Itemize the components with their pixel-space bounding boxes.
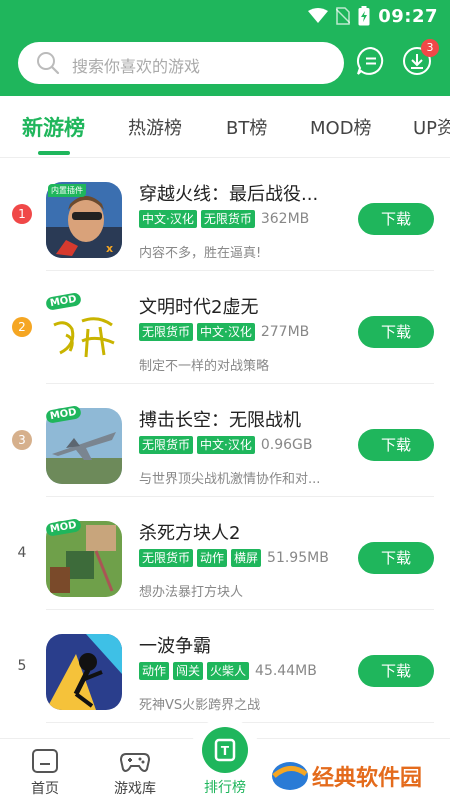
gamepad-icon — [120, 753, 150, 772]
game-size: 45.44MB — [255, 663, 317, 679]
status-bar: 09:27 — [0, 0, 450, 32]
download-button[interactable]: 下载 — [358, 429, 434, 461]
game-size: 277MB — [260, 324, 310, 340]
game-size: 362MB — [260, 211, 310, 227]
list-item[interactable]: 5 一波争霸 动作 闯关 火柴人 45.44MB 死神VS火影跨界之战 下载 — [0, 610, 450, 723]
rank-number: 4 — [17, 545, 27, 561]
search-input[interactable]: 搜索你喜欢的游戏 — [18, 42, 344, 84]
nav-home[interactable]: 首页 — [0, 739, 90, 800]
wifi-icon — [308, 8, 329, 23]
rank-badge: 1 — [12, 204, 32, 224]
download-count-badge: 3 — [421, 39, 439, 57]
tag: 无限货币 — [139, 323, 194, 341]
watermark: 经典软件园 — [268, 754, 450, 794]
tab-mod[interactable]: MOD榜 — [310, 114, 372, 140]
search-icon — [37, 52, 60, 75]
game-name: 穿越火线：最后战役... — [139, 184, 319, 205]
battery-charging-icon — [358, 6, 370, 26]
game-description: 想办法暴打方块人 — [139, 585, 244, 600]
game-tags: 无限货币 动作 横屏 51.95MB — [139, 549, 329, 567]
nav-label: 游戏库 — [114, 781, 156, 797]
tab-hot-games[interactable]: 热游榜 — [128, 114, 182, 140]
list-item[interactable]: 2 MOD 文明时代2虚无 无限货币 中文·汉化 277MB 制定不一样的对战策… — [0, 271, 450, 384]
tag: 无限货币 — [139, 549, 194, 567]
game-description: 内容不多，胜在逼真! — [139, 246, 262, 261]
nav-game-library[interactable]: 游戏库 — [90, 739, 180, 800]
game-name: 杀死方块人2 — [139, 523, 241, 544]
search-placeholder: 搜索你喜欢的游戏 — [72, 57, 201, 76]
nav-label: 排行榜 — [204, 780, 246, 796]
watermark-text: 经典软件园 — [312, 766, 423, 791]
download-button[interactable]: 下载 — [358, 316, 434, 348]
tag: 中文·汉化 — [197, 323, 255, 341]
tab-bt[interactable]: BT榜 — [226, 114, 267, 140]
message-icon[interactable] — [356, 46, 386, 76]
header: 搜索你喜欢的游戏 3 — [0, 32, 450, 96]
download-button[interactable]: 下载 — [358, 203, 434, 235]
game-tags: 中文·汉化 无限货币 362MB — [139, 210, 309, 228]
no-sim-icon — [336, 7, 351, 25]
rank-badge: 2 — [12, 317, 32, 337]
rank-number: 5 — [17, 658, 27, 674]
tag: 中文·汉化 — [197, 436, 255, 454]
game-size: 0.96GB — [260, 437, 313, 453]
game-list: 1 x 内置插件 穿越火线：最后战役... 中文·汉化 无限货币 362MB 内… — [0, 158, 450, 728]
svg-text:T: T — [221, 744, 230, 758]
nav-label: 首页 — [31, 781, 59, 797]
tag: 中文·汉化 — [139, 210, 197, 228]
download-button[interactable]: 下载 — [358, 542, 434, 574]
list-item[interactable]: 1 x 内置插件 穿越火线：最后战役... 中文·汉化 无限货币 362MB 内… — [0, 158, 450, 271]
tag: 动作 — [139, 662, 170, 680]
tab-new-games[interactable]: 新游榜 — [22, 112, 85, 142]
svg-text:x: x — [106, 242, 113, 255]
game-name: 文明时代2虚无 — [139, 297, 259, 318]
tag: 闯关 — [173, 662, 204, 680]
game-description: 死神VS火影跨界之战 — [139, 698, 261, 713]
tag: 无限货币 — [200, 210, 255, 228]
home-icon — [32, 749, 58, 773]
list-item[interactable]: 3 MOD 搏击长空：无限战机 无限货币 中文·汉化 0.96GB 与世界顶尖战… — [0, 384, 450, 497]
game-description: 制定不一样的对战策略 — [139, 359, 270, 374]
rank-badge: 3 — [12, 430, 32, 450]
game-tags: 无限货币 中文·汉化 277MB — [139, 323, 309, 341]
ranking-icon: T — [214, 738, 236, 762]
download-button[interactable]: 下载 — [358, 655, 434, 687]
tag: 无限货币 — [139, 436, 194, 454]
tag: 火柴人 — [207, 662, 250, 680]
active-tab-indicator — [38, 151, 70, 155]
list-item[interactable]: 4 MOD 杀死方块人2 无限货币 动作 横屏 51.95MB 想办法暴打方块人… — [0, 497, 450, 610]
status-icons: 09:27 — [308, 4, 438, 28]
tag: 动作 — [197, 549, 228, 567]
icon-badge-plugin: 内置插件 — [48, 184, 86, 197]
game-description: 与世界顶尖战机激情协作和对... — [139, 472, 321, 487]
game-size: 51.95MB — [267, 550, 329, 566]
game-tags: 动作 闯关 火柴人 45.44MB — [139, 662, 317, 680]
status-time: 09:27 — [378, 5, 438, 27]
tag: 横屏 — [231, 549, 262, 567]
watermark-logo-icon — [272, 762, 308, 790]
nav-ranking[interactable]: T — [202, 727, 248, 773]
tab-up[interactable]: UP资 — [413, 114, 450, 140]
game-icon-stickman — [46, 634, 122, 710]
game-name: 一波争霸 — [139, 636, 211, 657]
rank-tabs: 新游榜 热游榜 BT榜 MOD榜 UP资 — [0, 96, 450, 158]
game-name: 搏击长空：无限战机 — [139, 410, 301, 431]
game-tags: 无限货币 中文·汉化 0.96GB — [139, 436, 312, 454]
